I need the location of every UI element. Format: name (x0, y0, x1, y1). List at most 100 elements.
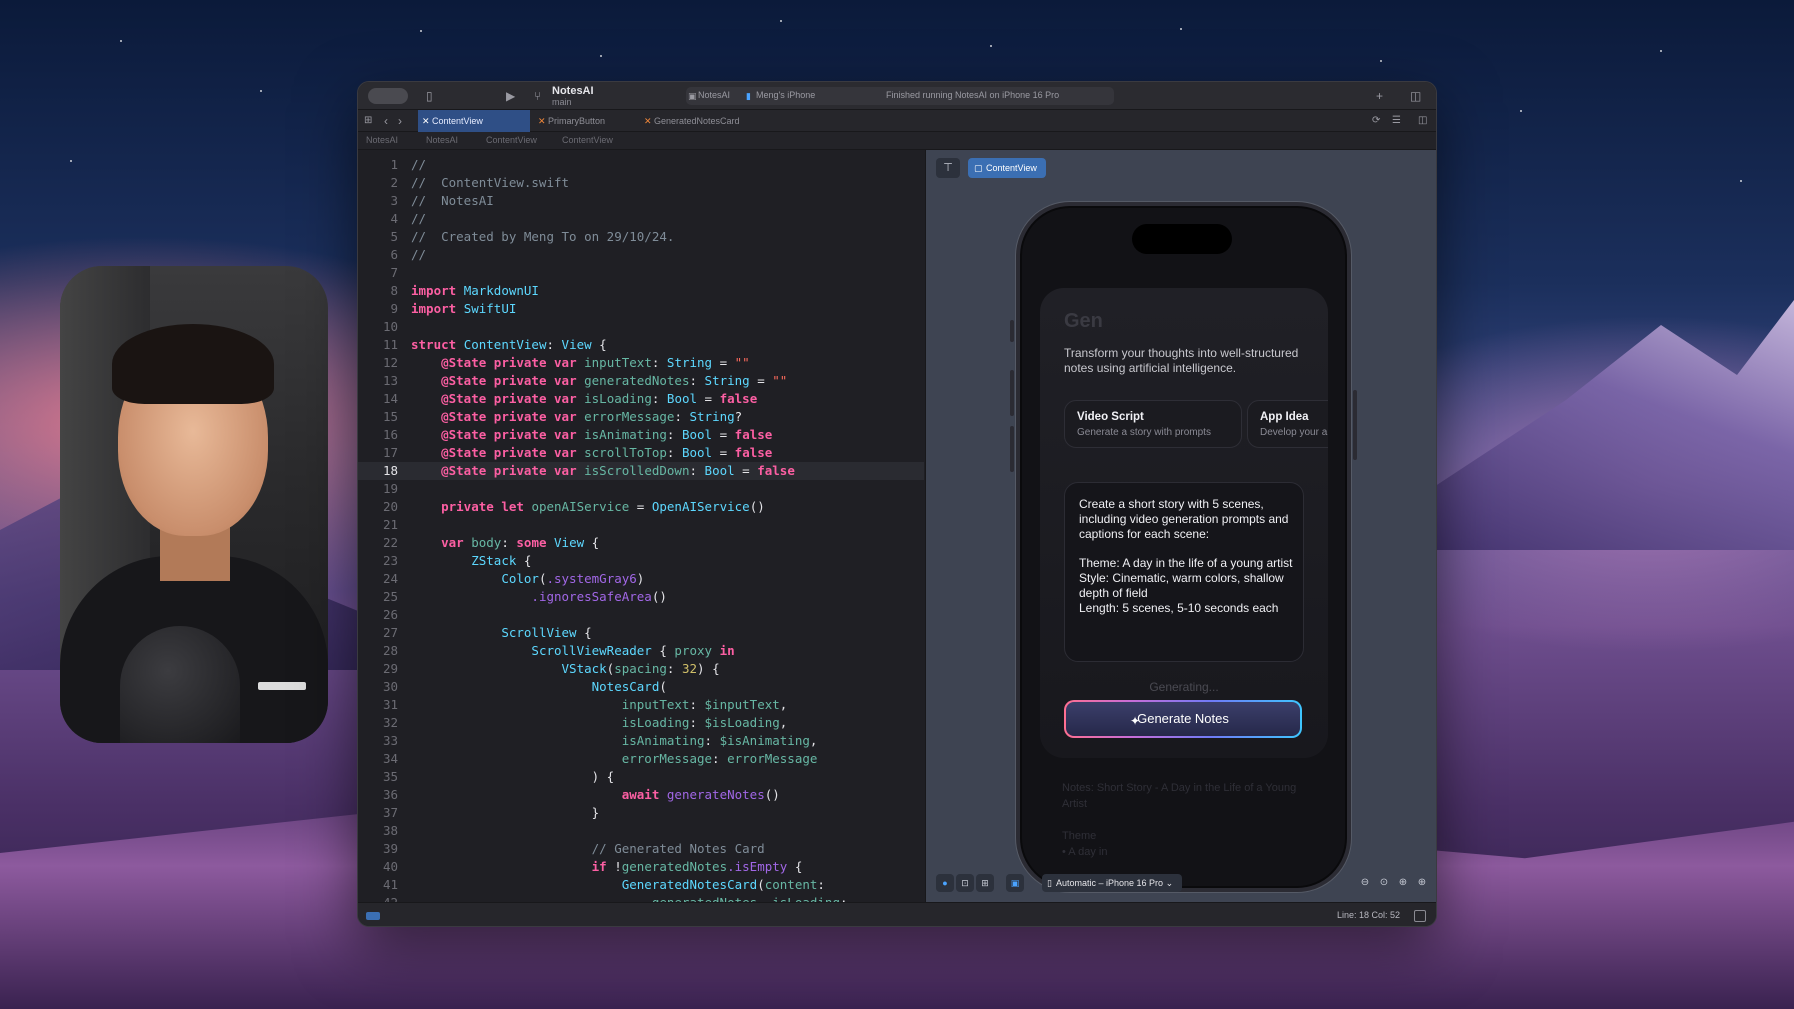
variants-icon[interactable]: ⊞ (976, 874, 994, 892)
split-editor-icon[interactable]: ◫ (1418, 110, 1427, 132)
debug-area-toggle[interactable] (366, 912, 380, 920)
star (120, 40, 122, 42)
code-line[interactable]: 39 // Generated Notes Card (358, 840, 924, 858)
code-line[interactable]: 7 (358, 264, 924, 282)
zoom-fit-icon[interactable]: ⊙ (1375, 874, 1393, 892)
run-icon[interactable]: ▶ (506, 82, 515, 110)
code-line[interactable]: 14 @State private var isLoading: Bool = … (358, 390, 924, 408)
line-number: 23 (382, 553, 398, 568)
code-text: await generateNotes() (621, 787, 780, 802)
device-picker[interactable]: ▯ Automatic – iPhone 16 Pro ⌄ (1042, 874, 1182, 892)
generated-notes-faded: Notes: Short Story - A Day in the Life o… (1062, 782, 1297, 858)
line-number: 8 (390, 283, 398, 298)
code-editor[interactable]: 1 // 2 // ContentView.swift 3 // NotesAI 4 // 5 /… (358, 150, 924, 902)
code-line[interactable]: 9 import SwiftUI (358, 300, 924, 318)
phone-icon: ▯ (1047, 878, 1052, 888)
prompt-input[interactable]: Create a short story with 5 scenes, incl… (1064, 482, 1304, 662)
selectable-icon[interactable]: ⊡ (956, 874, 974, 892)
code-line[interactable]: 25 .ignoresSafeArea() (358, 588, 924, 606)
code-line[interactable]: 29 VStack(spacing: 32) { (358, 660, 924, 678)
code-line[interactable]: 23 ZStack { (358, 552, 924, 570)
code-line[interactable]: 1 // (358, 156, 924, 174)
line-number: 22 (382, 535, 398, 550)
code-line[interactable]: 15 @State private var errorMessage: Stri… (358, 408, 924, 426)
code-line[interactable]: 32 isLoading: $isLoading, (358, 714, 924, 732)
live-preview-icon[interactable]: ● (936, 874, 954, 892)
code-line[interactable]: 22 var body: some View { (358, 534, 924, 552)
code-line[interactable]: 2 // ContentView.swift (358, 174, 924, 192)
code-line[interactable]: 41 GeneratedNotesCard(content: (358, 876, 924, 894)
breadcrumb-item[interactable]: ContentView (486, 135, 537, 145)
template-chip-app-idea[interactable]: App Idea Develop your a (1247, 400, 1328, 448)
pin-button[interactable]: ⊤ (936, 158, 960, 178)
refresh-icon[interactable]: ⟳ (1372, 110, 1380, 132)
zoom-actual-icon[interactable]: ⊕ (1394, 874, 1412, 892)
tab-primarybutton[interactable]: ✕ PrimaryButton (534, 110, 634, 132)
add-icon[interactable]: + (1376, 82, 1383, 110)
code-line[interactable]: 40 if !generatedNotes.isEmpty { (358, 858, 924, 876)
chip-title: App Idea (1260, 411, 1309, 423)
volume-down-button (1010, 426, 1014, 472)
zoom-controls: ⊖ ⊙ ⊕ ⊕ (1356, 874, 1436, 892)
editor-options-icon[interactable]: ☰ (1392, 110, 1401, 132)
breadcrumb-item[interactable]: NotesAI (366, 135, 398, 145)
code-line[interactable]: 5 // Created by Meng To on 29/10/24. (358, 228, 924, 246)
line-number: 33 (382, 733, 398, 748)
code-line[interactable]: 8 import MarkdownUI (358, 282, 924, 300)
code-line[interactable]: 12 @State private var inputText: String … (358, 354, 924, 372)
grid-icon[interactable]: ⊞ (364, 110, 372, 132)
inspector-toggle-icon[interactable]: ◫ (1410, 82, 1421, 110)
zoom-out-icon[interactable]: ⊖ (1356, 874, 1374, 892)
code-line[interactable]: 17 @State private var scrollToTop: Bool … (358, 444, 924, 462)
code-line[interactable]: 6 // (358, 246, 924, 264)
template-chip-video-script[interactable]: Video Script Generate a story with promp… (1064, 400, 1242, 448)
forward-icon[interactable]: › (398, 110, 402, 132)
code-line[interactable]: 28 ScrollViewReader { proxy in (358, 642, 924, 660)
sidebar-toggle-icon[interactable]: ▯ (426, 82, 433, 110)
code-line[interactable]: 34 errorMessage: errorMessage (358, 750, 924, 768)
breadcrumb-item[interactable]: NotesAI (426, 135, 458, 145)
prompt-text: Create a short story with 5 scenes, incl… (1079, 497, 1293, 615)
panel-toggle-icon[interactable] (1414, 910, 1426, 922)
code-line[interactable]: 38 (358, 822, 924, 840)
code-line[interactable]: 30 NotesCard( (358, 678, 924, 696)
code-line[interactable]: 21 (358, 516, 924, 534)
scheme-app[interactable]: NotesAI (698, 90, 730, 100)
code-line[interactable]: 10 (358, 318, 924, 336)
code-line[interactable]: 37 } (358, 804, 924, 822)
code-line[interactable]: 3 // NotesAI (358, 192, 924, 210)
webcam-overlay (60, 266, 328, 743)
contentview-preview-button[interactable]: ▢ ContentView (968, 158, 1046, 178)
app-subtitle: Transform your thoughts into well-struct… (1064, 346, 1299, 375)
generate-notes-button[interactable]: ✦ Generate Notes (1064, 700, 1302, 738)
code-text: inputText: $inputText, (621, 697, 788, 712)
code-line[interactable]: 27 ScrollView { (358, 624, 924, 642)
code-line[interactable]: 16 @State private var isAnimating: Bool … (358, 426, 924, 444)
code-line[interactable]: 36 await generateNotes() (358, 786, 924, 804)
code-line[interactable]: 26 (358, 606, 924, 624)
scheme-selector[interactable]: ▣ NotesAI ▮ Meng's iPhone Finished runni… (686, 87, 1114, 105)
code-line[interactable]: 33 isAnimating: $isAnimating, (358, 732, 924, 750)
code-text: @State private var scrollToTop: Bool = f… (441, 445, 773, 460)
code-line[interactable]: 13 @State private var generatedNotes: St… (358, 372, 924, 390)
zoom-in-icon[interactable]: ⊕ (1413, 874, 1431, 892)
code-line[interactable]: 19 (358, 480, 924, 498)
code-line[interactable]: 18 @State private var isScrolledDown: Bo… (358, 462, 924, 480)
code-line[interactable]: 24 Color(.systemGray6) (358, 570, 924, 588)
tab-contentview[interactable]: ✕ ContentView (418, 110, 530, 132)
device-settings-icon[interactable]: ▣ (1006, 874, 1024, 892)
back-icon[interactable]: ‹ (384, 110, 388, 132)
code-line[interactable]: 20 private let openAIService = OpenAISer… (358, 498, 924, 516)
code-text: var body: some View { (441, 535, 600, 550)
app-title: Gen (1064, 310, 1103, 332)
code-line[interactable]: 4 // (358, 210, 924, 228)
code-line[interactable]: 31 inputText: $inputText, (358, 696, 924, 714)
preview-canvas: ⊤ ▢ ContentView Gen Transform your thoug… (925, 150, 1436, 902)
code-line[interactable]: 42 generatedNotes, isLoading: (358, 894, 924, 902)
tab-generatednotescard[interactable]: ✕ GeneratedNotesCard (640, 110, 770, 132)
window-controls[interactable] (368, 88, 408, 104)
scheme-device[interactable]: Meng's iPhone (756, 90, 815, 100)
code-line[interactable]: 35 ) { (358, 768, 924, 786)
code-line[interactable]: 11 struct ContentView: View { (358, 336, 924, 354)
breadcrumb-item[interactable]: ContentView (562, 135, 613, 145)
